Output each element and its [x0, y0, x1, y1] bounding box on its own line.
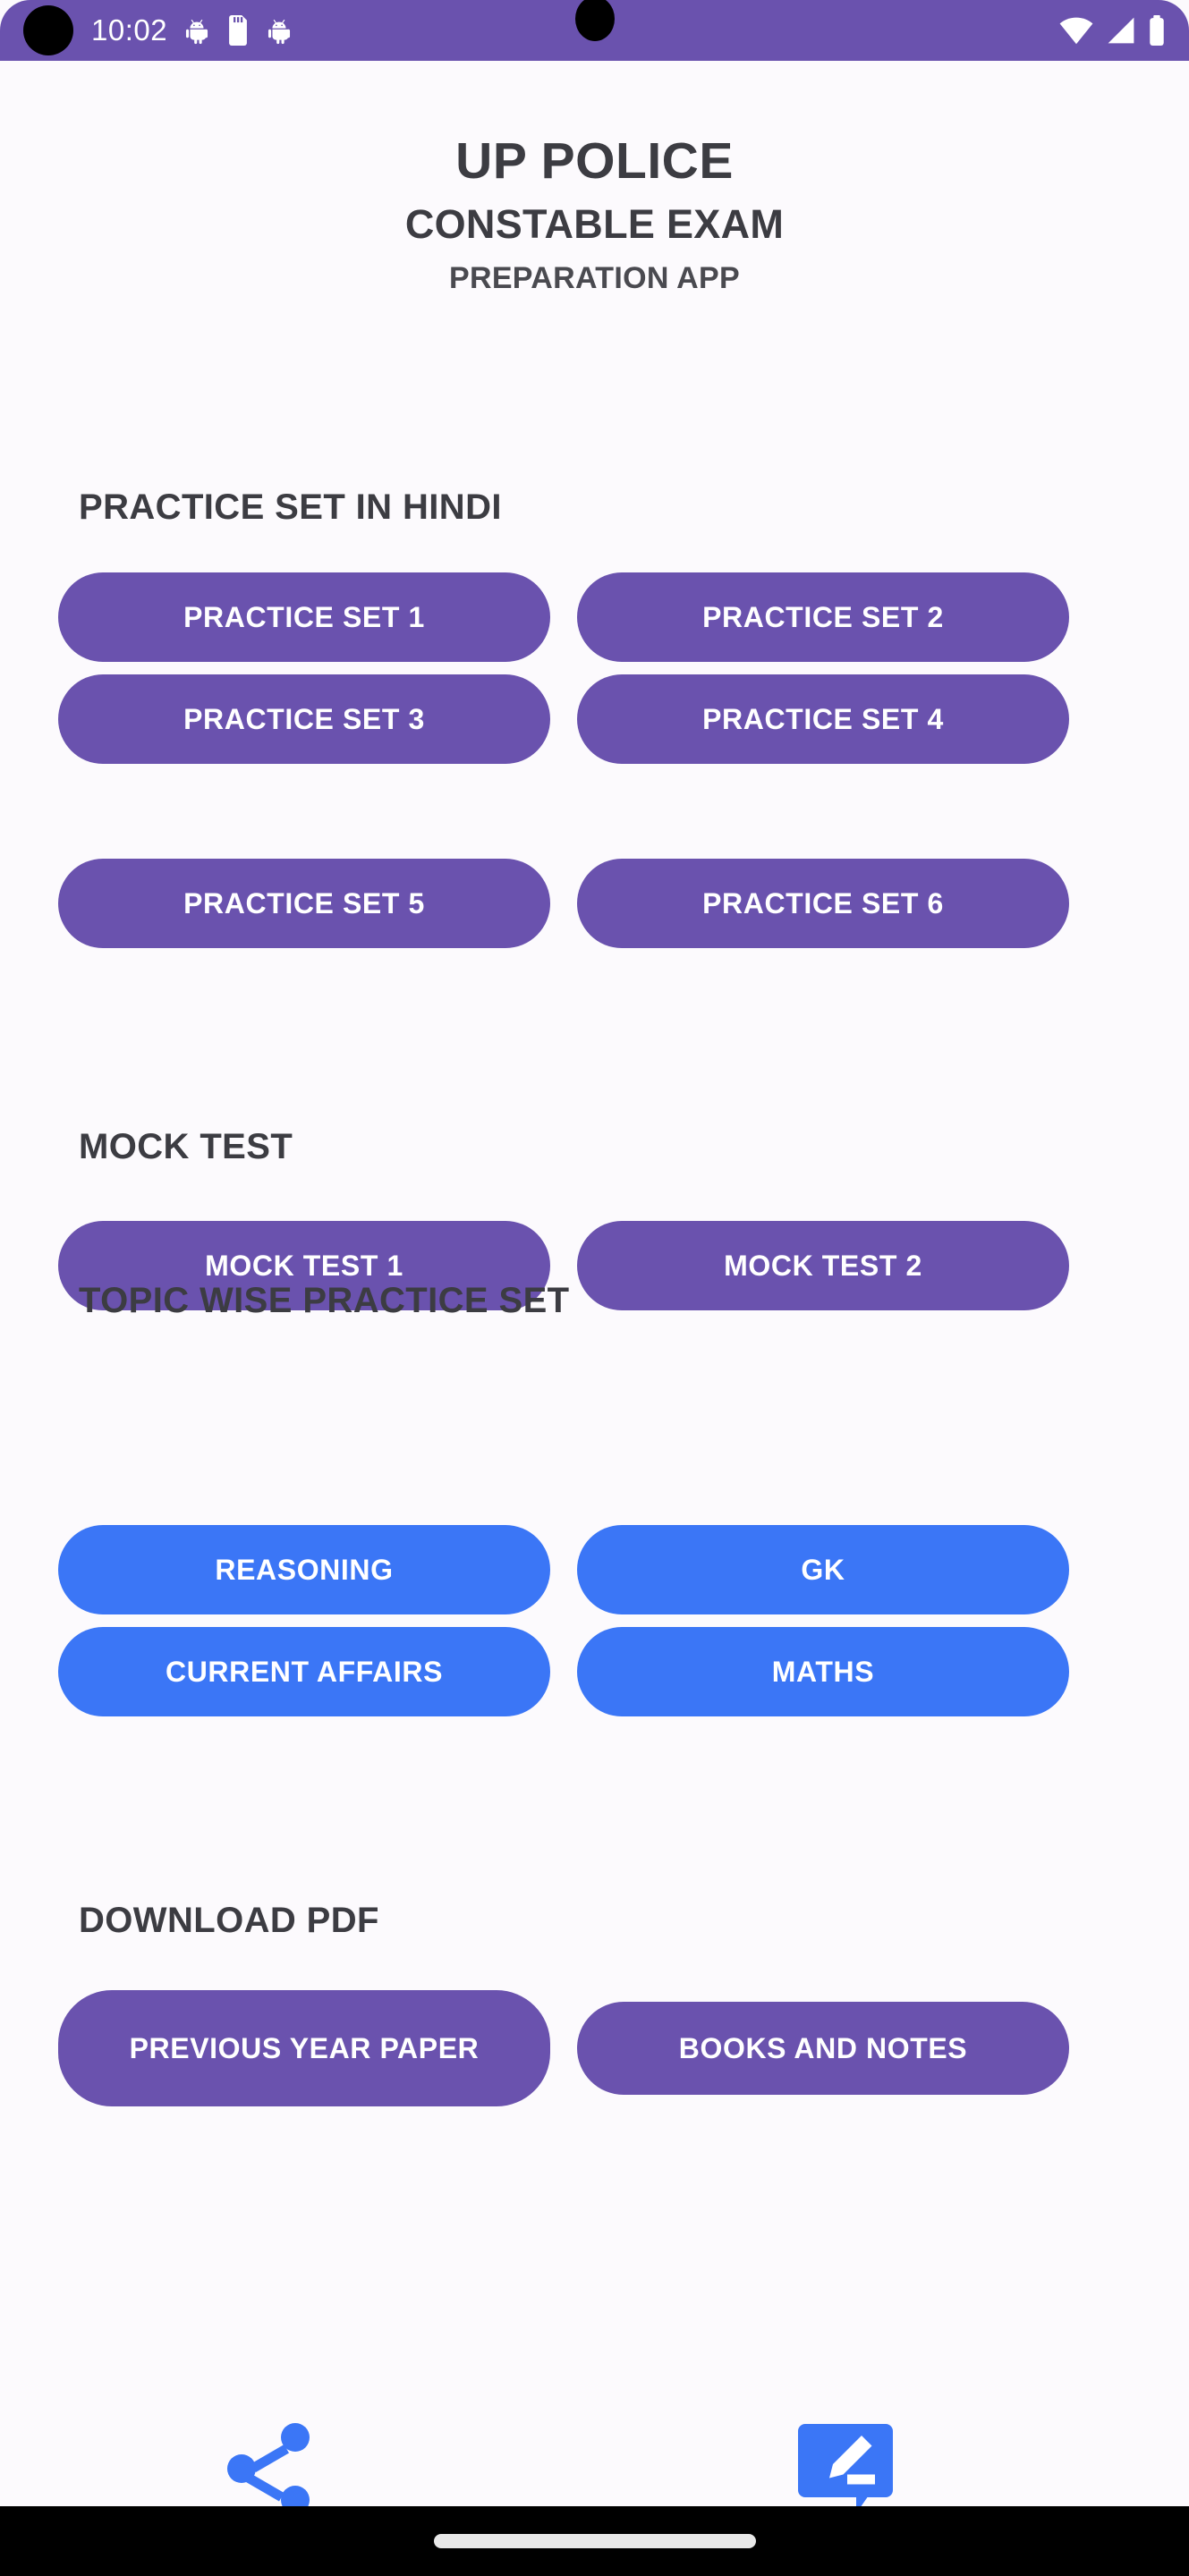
previous-year-paper-button[interactable]: PREVIOUS YEAR PAPER	[58, 1990, 550, 2106]
page-tagline: PREPARATION APP	[448, 260, 740, 295]
system-navigation-bar	[0, 2506, 1189, 2576]
reasoning-button[interactable]: REASONING	[58, 1525, 550, 1614]
camera-punch-hole-icon	[23, 5, 73, 55]
section-title-practice-set-in-hindi: PRACTICE SET IN HINDI	[79, 487, 502, 527]
page-title: UP POLICE	[455, 132, 734, 190]
practice-set-grid: PRACTICE SET 1 PRACTICE SET 2 PRACTICE S…	[58, 572, 1069, 776]
wifi-icon	[1059, 17, 1093, 45]
books-and-notes-button[interactable]: BOOKS AND NOTES	[577, 2002, 1069, 2095]
practice-set-4-button[interactable]: PRACTICE SET 4	[577, 674, 1069, 764]
status-bar: 10:02	[0, 0, 1189, 61]
page-subtitle: CONSTABLE EXAM	[404, 200, 785, 247]
practice-set-5-button[interactable]: PRACTICE SET 5	[58, 859, 550, 948]
clock-time: 10:02	[91, 13, 168, 47]
android-debug-icon	[186, 19, 208, 45]
maths-button[interactable]: MATHS	[577, 1627, 1069, 1716]
section-title-download-pdf: DOWNLOAD PDF	[79, 1901, 379, 1940]
app-screen: 10:02 UP POLICE CONSTABLE EXAM PREPARATI…	[0, 0, 1189, 2576]
camera-notch-icon	[574, 0, 615, 41]
status-bar-left: 10:02	[0, 0, 294, 61]
current-affairs-button[interactable]: CURRENT AFFAIRS	[58, 1627, 550, 1716]
mock-test-2-button[interactable]: MOCK TEST 2	[577, 1221, 1069, 1310]
app-title-block: UP POLICE CONSTABLE EXAM PREPARATION APP	[0, 61, 1189, 295]
android-debug-icon	[268, 19, 291, 45]
topic-wise-grid: REASONING GK CURRENT AFFAIRS MATHS	[58, 1525, 1069, 1716]
section-title-topic-wise-practice-set: TOPIC WISE PRACTICE SET	[79, 1281, 570, 1320]
sd-card-icon	[229, 15, 248, 46]
practice-set-grid-row3: PRACTICE SET 5 PRACTICE SET 6	[58, 859, 1069, 948]
download-pdf-grid: PREVIOUS YEAR PAPER BOOKS AND NOTES	[58, 1990, 1069, 2106]
practice-set-1-button[interactable]: PRACTICE SET 1	[58, 572, 550, 662]
practice-set-2-button[interactable]: PRACTICE SET 2	[577, 572, 1069, 662]
gk-button[interactable]: GK	[577, 1525, 1069, 1614]
practice-set-3-button[interactable]: PRACTICE SET 3	[58, 674, 550, 764]
section-title-mock-test: MOCK TEST	[79, 1127, 293, 1166]
cellular-signal-icon	[1108, 17, 1134, 44]
practice-set-6-button[interactable]: PRACTICE SET 6	[577, 859, 1069, 948]
home-gesture-pill[interactable]	[433, 2534, 756, 2548]
battery-icon	[1150, 15, 1164, 46]
status-bar-right	[1058, 0, 1166, 61]
